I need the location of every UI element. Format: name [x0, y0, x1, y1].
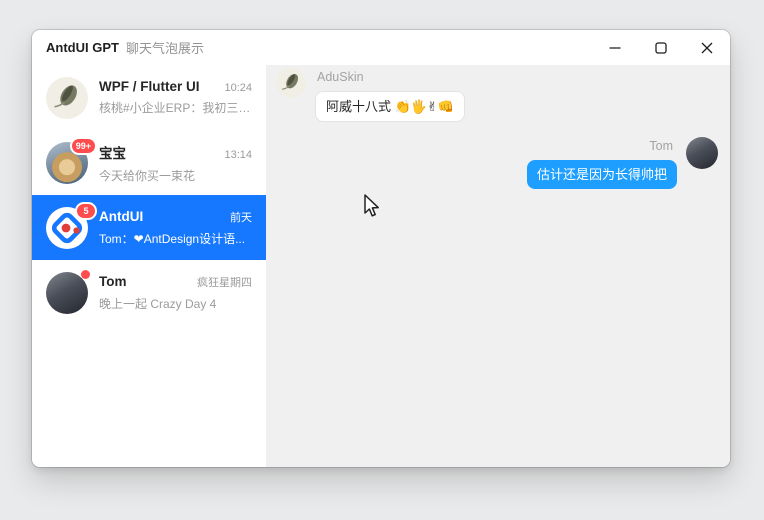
conversation-name: 宝宝 [99, 145, 126, 161]
conversation-name: WPF / Flutter UI [99, 79, 200, 94]
unread-count-badge: 5 [75, 201, 97, 220]
conversation-preview: 核桃#小企业ERP：我初三就... [99, 101, 252, 115]
avatar [46, 76, 88, 119]
conversation-preview: 晚上一起 Crazy Day 4 [99, 296, 217, 311]
minimize-icon [609, 46, 621, 49]
app-window: AntdUI GPT 聊天气泡展示 WPF / Flutter UI 10:24… [32, 30, 730, 467]
message-bubble[interactable]: 阿威十八式 👏🖐✌👊 [315, 91, 466, 122]
conversation-name: AntdUI [99, 208, 144, 224]
app-title: AntdUI GPT [46, 40, 119, 55]
minimize-button[interactable] [592, 30, 638, 65]
feather-avatar-image [46, 76, 88, 119]
conversation-item-baobao[interactable]: 99+ 宝宝 13:14 今天给你买一束花 [32, 130, 266, 195]
conversation-time: 10:24 [224, 82, 252, 94]
app-subtitle: 聊天气泡展示 [125, 41, 204, 56]
message-author: AduSkin [317, 70, 364, 84]
aduskin-avatar [276, 68, 306, 98]
message-area[interactable]: AduSkin 阿威十八式 👏🖐✌👊 Tom 估计还是因为长得帅把 [266, 65, 730, 467]
message-author: Tom [649, 139, 673, 153]
message-outgoing: Tom 估计还是因为长得帅把 [526, 137, 718, 189]
avatar: 5 [46, 201, 97, 249]
conversation-time: 疯狂星期四 [197, 276, 252, 289]
conversation-preview: Tom：❤AntDesign设计语... [99, 231, 246, 246]
conversation-time: 13:14 [224, 148, 252, 161]
maximize-button[interactable] [638, 30, 684, 65]
title-bar[interactable]: AntdUI GPT 聊天气泡展示 [32, 30, 730, 65]
avatar [46, 269, 90, 314]
maximize-icon [655, 41, 667, 54]
tom-avatar [686, 137, 718, 169]
message-bubble[interactable]: 估计还是因为长得帅把 [526, 160, 677, 189]
conversation-list: WPF / Flutter UI 10:24 核桃#小企业ERP：我初三就...… [32, 65, 266, 467]
message-incoming: AduSkin 阿威十八式 👏🖐✌👊 [276, 68, 466, 122]
conversation-name: Tom [99, 273, 127, 289]
unread-dot-badge [81, 269, 90, 279]
close-button[interactable] [684, 30, 730, 65]
conversation-item-tom[interactable]: Tom 疯狂星期四 晚上一起 Crazy Day 4 [32, 260, 266, 325]
conversation-item-wpf-flutter[interactable]: WPF / Flutter UI 10:24 核桃#小企业ERP：我初三就... [32, 65, 266, 130]
desktop-background: AntdUI GPT 聊天气泡展示 WPF / Flutter UI 10:24… [0, 0, 764, 520]
unread-count-badge: 99+ [69, 136, 97, 155]
close-icon [701, 42, 713, 53]
conversation-item-antdui[interactable]: 5 AntdUI 前天 Tom：❤AntDesign设计语... [32, 195, 266, 260]
conversation-time: 前天 [230, 211, 252, 224]
window-controls [592, 30, 730, 65]
avatar: 99+ [46, 136, 97, 184]
conversation-preview: 今天给你买一束花 [99, 168, 196, 183]
